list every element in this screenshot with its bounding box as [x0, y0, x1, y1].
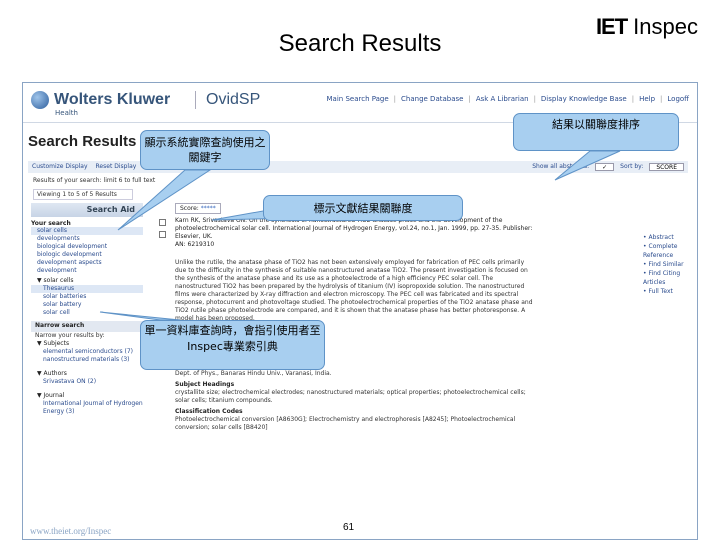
callout-keywords: 顯示系統實際查詢使用之關鍵字 — [140, 130, 270, 170]
index-pointer — [99, 311, 181, 321]
callout-sort: 結果以關聯度排序 — [513, 113, 679, 151]
keywords-pointer — [117, 169, 212, 231]
callout-score: 標示文獻結果關聯度 — [263, 195, 463, 221]
sort-pointer — [554, 150, 621, 181]
callout-pointers — [99, 150, 621, 321]
callout-index: 單一資料庫查詢時，會指引使用者至 Inspec專業索引典 — [140, 320, 325, 370]
